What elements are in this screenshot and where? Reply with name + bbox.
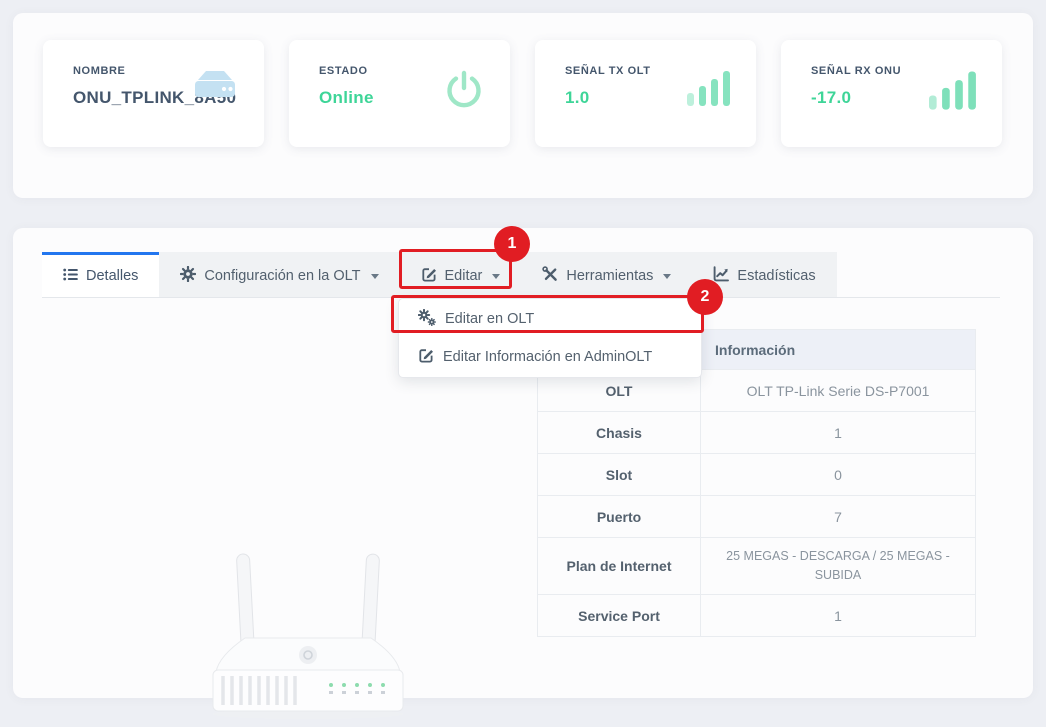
row-value: 1 (701, 595, 976, 637)
power-icon (443, 70, 485, 117)
row-label: Puerto (538, 496, 701, 538)
stat-card-nombre: NOMBRE ONU_TPLINK_8A50 (43, 40, 264, 147)
stat-cards-row: NOMBRE ONU_TPLINK_8A50 ESTADO Online (43, 40, 1002, 147)
annotation-step-badge: 2 (687, 279, 723, 315)
table-row: Slot 0 (538, 454, 976, 496)
tab-label: Configuración en la OLT (204, 268, 360, 284)
tab-configuracion-olt[interactable]: Configuración en la OLT (159, 252, 399, 297)
table-row: Service Port 1 (538, 595, 976, 637)
row-label: Service Port (538, 595, 701, 637)
chevron-down-icon (371, 274, 379, 279)
signal-bars-icon (929, 70, 977, 115)
tab-label: Estadísticas (737, 268, 815, 284)
row-value: 25 MEGAS - DESCARGA / 25 MEGAS - SUBIDA (701, 538, 976, 595)
edit-icon (418, 347, 434, 367)
row-label: Chasis (538, 412, 701, 454)
row-label: Plan de Internet (538, 538, 701, 595)
router-icon (191, 70, 239, 109)
stat-card-senal-rx: SEÑAL RX ONU -17.0 (781, 40, 1002, 147)
stat-card-senal-tx: SEÑAL TX OLT 1.0 (535, 40, 756, 147)
table-header-informacion: Información (701, 330, 976, 370)
tab-detalles[interactable]: Detalles (42, 252, 159, 297)
annotation-step-badge: 1 (494, 226, 530, 262)
table-row: Plan de Internet 25 MEGAS - DESCARGA / 2… (538, 538, 976, 595)
row-value: 0 (701, 454, 976, 496)
tab-herramientas[interactable]: Herramientas (521, 252, 692, 297)
row-label: Slot (538, 454, 701, 496)
tab-label: Herramientas (566, 268, 653, 284)
list-icon (63, 267, 78, 286)
table-row: Chasis 1 (538, 412, 976, 454)
tab-label: Detalles (86, 268, 138, 284)
signal-bars-icon (687, 70, 731, 111)
row-value: OLT TP-Link Serie DS-P7001 (701, 370, 976, 412)
row-value: 1 (701, 412, 976, 454)
annotation-box-step2 (391, 295, 704, 333)
row-value: 7 (701, 496, 976, 538)
annotation-box-step1 (399, 249, 512, 289)
tools-icon (542, 266, 558, 286)
chevron-down-icon (663, 274, 671, 279)
gear-icon (180, 266, 196, 286)
menu-item-label: Editar Información en AdminOLT (443, 349, 652, 365)
summary-panel: NOMBRE ONU_TPLINK_8A50 ESTADO Online (13, 13, 1033, 198)
stat-card-estado: ESTADO Online (289, 40, 510, 147)
onu-device-image (203, 550, 413, 727)
table-row: Puerto 7 (538, 496, 976, 538)
menu-item-editar-informacion-adminolt[interactable]: Editar Información en AdminOLT (399, 338, 701, 376)
